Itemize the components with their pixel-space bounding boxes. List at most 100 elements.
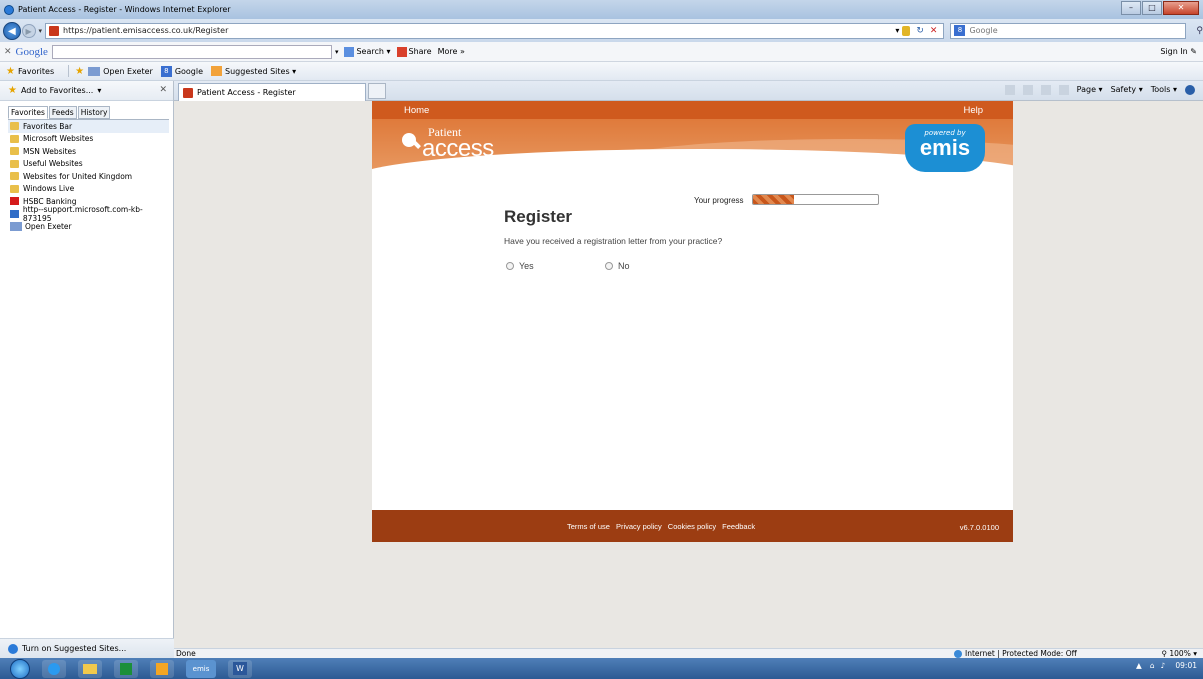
list-item-label: http--support.microsoft.com-kb-873195: [22, 204, 143, 223]
close-window-button[interactable]: ✕: [1163, 1, 1199, 15]
lock-icon[interactable]: [902, 25, 911, 36]
window-controls: – □ ✕: [1120, 1, 1199, 15]
window-title-bar: Patient Access - Register - Windows Inte…: [0, 0, 1203, 19]
list-item[interactable]: http--support.microsoft.com-kb-873195: [8, 204, 169, 223]
history-dropdown-icon[interactable]: ▾: [39, 27, 43, 35]
folder-icon: [10, 159, 19, 168]
tab-favorites[interactable]: Favorites: [8, 106, 48, 119]
cookies-link[interactable]: Cookies policy: [668, 522, 716, 531]
search-icon[interactable]: ⚲: [1196, 26, 1203, 36]
privacy-link[interactable]: Privacy policy: [616, 522, 662, 531]
feeds-icon[interactable]: [1022, 85, 1033, 95]
favbar-item-open-exeter[interactable]: Open Exeter: [88, 66, 153, 76]
toolbar-input-dropdown-icon[interactable]: ▾: [335, 48, 339, 56]
google-search-button[interactable]: Search ▾: [344, 46, 391, 57]
link-icon: [10, 209, 19, 218]
add-to-favorites-button[interactable]: Add to Favorites...: [21, 86, 93, 95]
list-item-label: Microsoft Websites: [23, 134, 94, 144]
folder-icon: [10, 147, 19, 156]
word-letter: W: [233, 662, 247, 675]
sign-in-link[interactable]: Sign In ✎: [1160, 47, 1197, 56]
start-button[interactable]: [10, 658, 30, 679]
yes-option[interactable]: Yes: [506, 261, 534, 271]
maximize-button[interactable]: □: [1142, 1, 1162, 15]
terms-link[interactable]: Terms of use: [567, 522, 610, 531]
folder-icon: [10, 172, 19, 181]
status-bar: Done Internet | Protected Mode: Off ⚲ 10…: [174, 648, 1203, 658]
favbar-item-label: Open Exeter: [103, 66, 153, 76]
status-text: Done: [176, 649, 196, 658]
yes-radio[interactable]: [506, 262, 514, 270]
browser-tab[interactable]: Patient Access - Register: [178, 83, 366, 101]
taskbar-word-icon[interactable]: W: [228, 659, 252, 678]
open-exeter-icon: [10, 221, 22, 231]
taskbar-ie-icon[interactable]: [42, 659, 66, 678]
address-dropdown-icon[interactable]: ▾: [895, 26, 899, 35]
favorites-label: Favorites: [17, 66, 55, 76]
help-icon[interactable]: [1185, 85, 1195, 95]
google-toolbar-input[interactable]: [51, 44, 332, 59]
tab-history[interactable]: History: [77, 106, 111, 119]
list-item[interactable]: Favorites Bar: [8, 120, 169, 133]
favbar-item-label: Suggested Sites ▾: [225, 66, 297, 76]
suggested-sites-icon: [211, 66, 223, 76]
google-more-label: More »: [437, 47, 465, 56]
help-link[interactable]: Help: [963, 105, 983, 116]
page-menu[interactable]: Page ▾: [1077, 85, 1103, 95]
forward-button[interactable]: ▶: [21, 23, 36, 38]
address-bar[interactable]: https://patient.emisaccess.co.uk/Registe…: [45, 22, 945, 39]
tab-feeds[interactable]: Feeds: [48, 106, 77, 119]
zoom-label: 100%: [1169, 649, 1191, 658]
add-to-favorites-bar-icon[interactable]: ★: [75, 66, 84, 77]
volume-icon[interactable]: ♪: [1161, 661, 1166, 670]
security-zone[interactable]: Internet | Protected Mode: Off: [954, 649, 1077, 658]
minimize-button[interactable]: –: [1121, 1, 1141, 15]
print-icon[interactable]: [1058, 85, 1069, 95]
no-option[interactable]: No: [605, 261, 630, 271]
feedback-link[interactable]: Feedback: [722, 522, 755, 531]
zoom-level[interactable]: ⚲ 100% ▾: [1162, 649, 1198, 658]
taskbar-media-icon[interactable]: [114, 659, 138, 678]
safety-menu[interactable]: Safety ▾: [1111, 85, 1143, 95]
divider: [68, 65, 70, 77]
suggested-sites-icon: [8, 643, 18, 654]
logo-access: access: [422, 135, 494, 162]
close-toolbar-icon[interactable]: ✕: [4, 47, 12, 57]
new-tab-button[interactable]: [368, 83, 386, 99]
emis-logo: emis: [919, 135, 971, 160]
home-icon[interactable]: [1004, 85, 1015, 95]
favbar-item-google[interactable]: 8 Google: [160, 65, 204, 77]
refresh-icon[interactable]: ↻: [916, 26, 924, 36]
security-zone-label: Internet | Protected Mode: Off: [965, 649, 1077, 658]
suggested-sites-footer[interactable]: Turn on Suggested Sites...: [0, 638, 174, 658]
stop-icon[interactable]: ✕: [930, 26, 938, 36]
network-icon[interactable]: ⌂: [1150, 661, 1155, 670]
add-favorites-dropdown-icon[interactable]: ▾: [97, 86, 101, 95]
favorites-button[interactable]: ★ Favorites: [6, 66, 54, 77]
taskbar: emis W ▲ ⌂ ♪ 09:01: [0, 658, 1203, 679]
taskbar-emis-icon[interactable]: emis: [186, 659, 216, 678]
mail-icon[interactable]: [1040, 85, 1051, 95]
back-button[interactable]: ◀: [3, 21, 21, 40]
favbar-item-suggested-sites[interactable]: Suggested Sites ▾: [211, 66, 296, 76]
list-item[interactable]: Useful Websites: [8, 158, 169, 171]
close-pane-icon[interactable]: ✕: [159, 85, 167, 95]
list-item-label: MSN Websites: [23, 146, 77, 156]
taskbar-outlook-icon[interactable]: [150, 659, 174, 678]
list-item[interactable]: MSN Websites: [8, 145, 169, 158]
star-icon: ★: [6, 65, 15, 77]
show-hidden-icons-icon[interactable]: ▲: [1136, 661, 1142, 670]
favbar-item-label: Google: [174, 66, 204, 76]
google-share-button[interactable]: Share: [396, 46, 432, 57]
tools-menu[interactable]: Tools ▾: [1151, 85, 1177, 95]
no-radio[interactable]: [605, 262, 613, 270]
key-icon: [402, 133, 416, 147]
search-input[interactable]: 8 Google: [950, 22, 1187, 39]
clock[interactable]: 09:01: [1175, 661, 1197, 670]
list-item[interactable]: Windows Live: [8, 183, 169, 196]
list-item[interactable]: Microsoft Websites: [8, 133, 169, 146]
home-link[interactable]: Home: [404, 105, 429, 116]
google-more-button[interactable]: More »: [438, 47, 465, 56]
list-item[interactable]: Websites for United Kingdom: [8, 170, 169, 183]
taskbar-explorer-icon[interactable]: [78, 659, 102, 678]
